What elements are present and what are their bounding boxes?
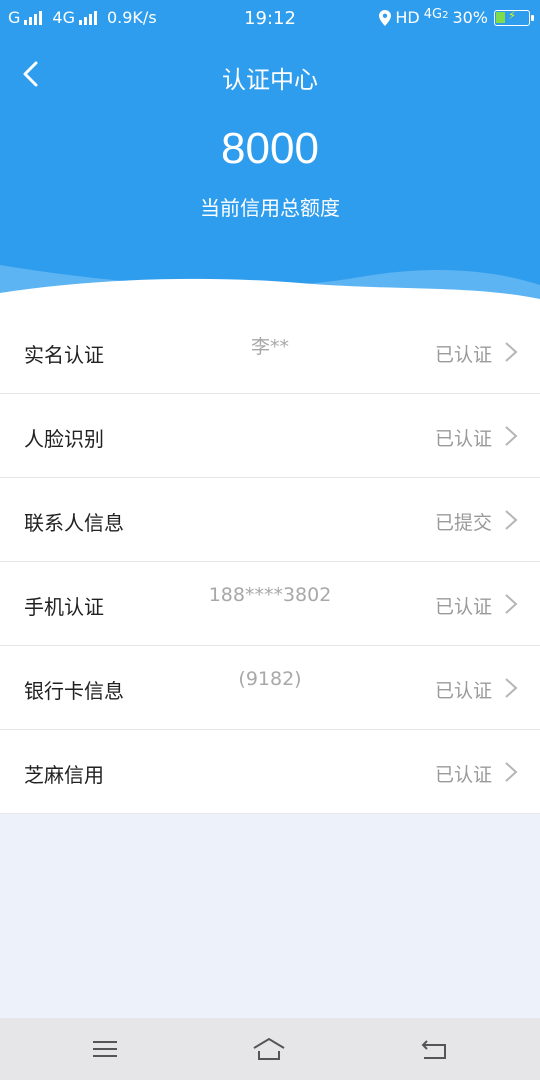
battery-percent: 30% bbox=[452, 8, 488, 27]
chevron-right-icon bbox=[505, 594, 518, 614]
item-status: 已认证 bbox=[434, 596, 492, 618]
chevron-right-icon bbox=[505, 762, 518, 782]
item-label: 联系人信息 bbox=[24, 511, 124, 535]
menu-icon[interactable] bbox=[88, 1034, 122, 1064]
list-item[interactable]: 实名认证 李** 已认证 bbox=[0, 310, 540, 394]
network-type: 4G bbox=[423, 7, 443, 22]
list-item[interactable]: 联系人信息 已提交 bbox=[0, 478, 540, 562]
item-status: 已认证 bbox=[434, 344, 492, 366]
page: G 4G 0.9K/s 19:12 HD 4G2 30% ⚡ 认证中心 8000… bbox=[0, 0, 540, 1080]
credit-amount: 8000 bbox=[221, 124, 319, 173]
chevron-right-icon bbox=[505, 678, 518, 698]
location-icon bbox=[379, 9, 392, 26]
item-status: 已认证 bbox=[434, 764, 492, 786]
network-sub: 2 bbox=[442, 10, 449, 21]
list-item[interactable]: 人脸识别 已认证 bbox=[0, 394, 540, 478]
item-label: 人脸识别 bbox=[24, 427, 104, 451]
item-label: 芝麻信用 bbox=[24, 763, 104, 787]
status-bar: G 4G 0.9K/s 19:12 HD 4G2 30% ⚡ bbox=[0, 0, 540, 36]
verification-list: 实名认证 李** 已认证 人脸识别 已认证 联系人信息 已提交 手机认证 188****3802… bbox=[0, 310, 540, 814]
credit-amount-label: 当前信用总额度 bbox=[200, 196, 340, 220]
network-label: 4G2 bbox=[424, 7, 449, 22]
list-item[interactable]: 芝麻信用 已认证 bbox=[0, 730, 540, 814]
item-status: 已提交 bbox=[434, 512, 492, 534]
hd-label: HD bbox=[395, 8, 420, 27]
home-icon[interactable] bbox=[252, 1034, 286, 1064]
header-wave bbox=[0, 265, 540, 315]
chevron-right-icon bbox=[505, 342, 518, 362]
item-status: 已认证 bbox=[434, 680, 492, 702]
page-title: 认证中心 bbox=[222, 66, 318, 94]
list-item[interactable]: 手机认证 188****3802 已认证 bbox=[0, 562, 540, 646]
status-right: HD 4G2 30% ⚡ bbox=[379, 7, 534, 27]
item-status: 已认证 bbox=[434, 428, 492, 450]
system-nav-bar bbox=[0, 1018, 540, 1080]
list-item[interactable]: 银行卡信息 (9182) 已认证 bbox=[0, 646, 540, 730]
chevron-right-icon bbox=[505, 510, 518, 530]
battery-icon: ⚡ bbox=[494, 8, 534, 26]
return-icon[interactable] bbox=[418, 1034, 452, 1064]
charging-icon: ⚡ bbox=[508, 8, 516, 22]
chevron-right-icon bbox=[505, 426, 518, 446]
